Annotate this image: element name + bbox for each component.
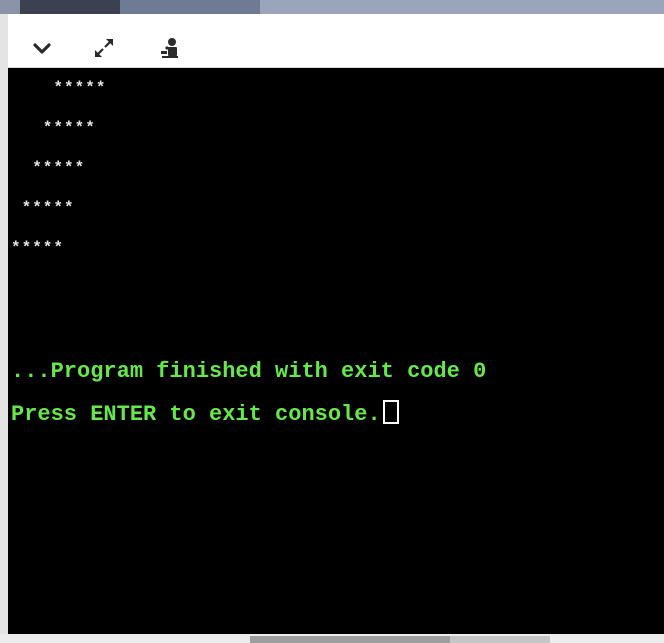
output-line: *****	[11, 79, 107, 97]
tab-mid[interactable]	[120, 0, 260, 14]
expand-button[interactable]	[88, 32, 120, 64]
expand-icon	[95, 39, 113, 57]
tab-dark[interactable]	[20, 0, 120, 14]
user-settings-icon	[161, 38, 178, 58]
console-output[interactable]: ***** ***** ***** ***** ***** ...Program…	[8, 68, 664, 634]
text-cursor	[382, 400, 399, 424]
user-settings-button[interactable]	[154, 32, 186, 64]
collapse-button[interactable]	[26, 32, 58, 64]
scrollbar-thumb[interactable]	[250, 636, 450, 643]
exit-prompt-message: Press ENTER to exit console.	[11, 402, 381, 427]
horizontal-scrollbar[interactable]	[0, 634, 664, 643]
output-line: *****	[11, 199, 75, 217]
output-line: *****	[11, 159, 86, 177]
exit-status-message: ...Program finished with exit code 0	[11, 359, 487, 384]
scrollbar-track-segment	[450, 636, 550, 643]
output-line: *****	[11, 239, 65, 257]
left-rail	[0, 14, 8, 643]
exit-prompt-line: Press ENTER to exit console.	[11, 400, 399, 427]
top-tab-strip	[0, 0, 664, 14]
tab-light	[260, 0, 664, 14]
chevron-down-icon	[33, 43, 51, 54]
output-line: *****	[11, 119, 96, 137]
console-toolbar	[8, 28, 664, 68]
